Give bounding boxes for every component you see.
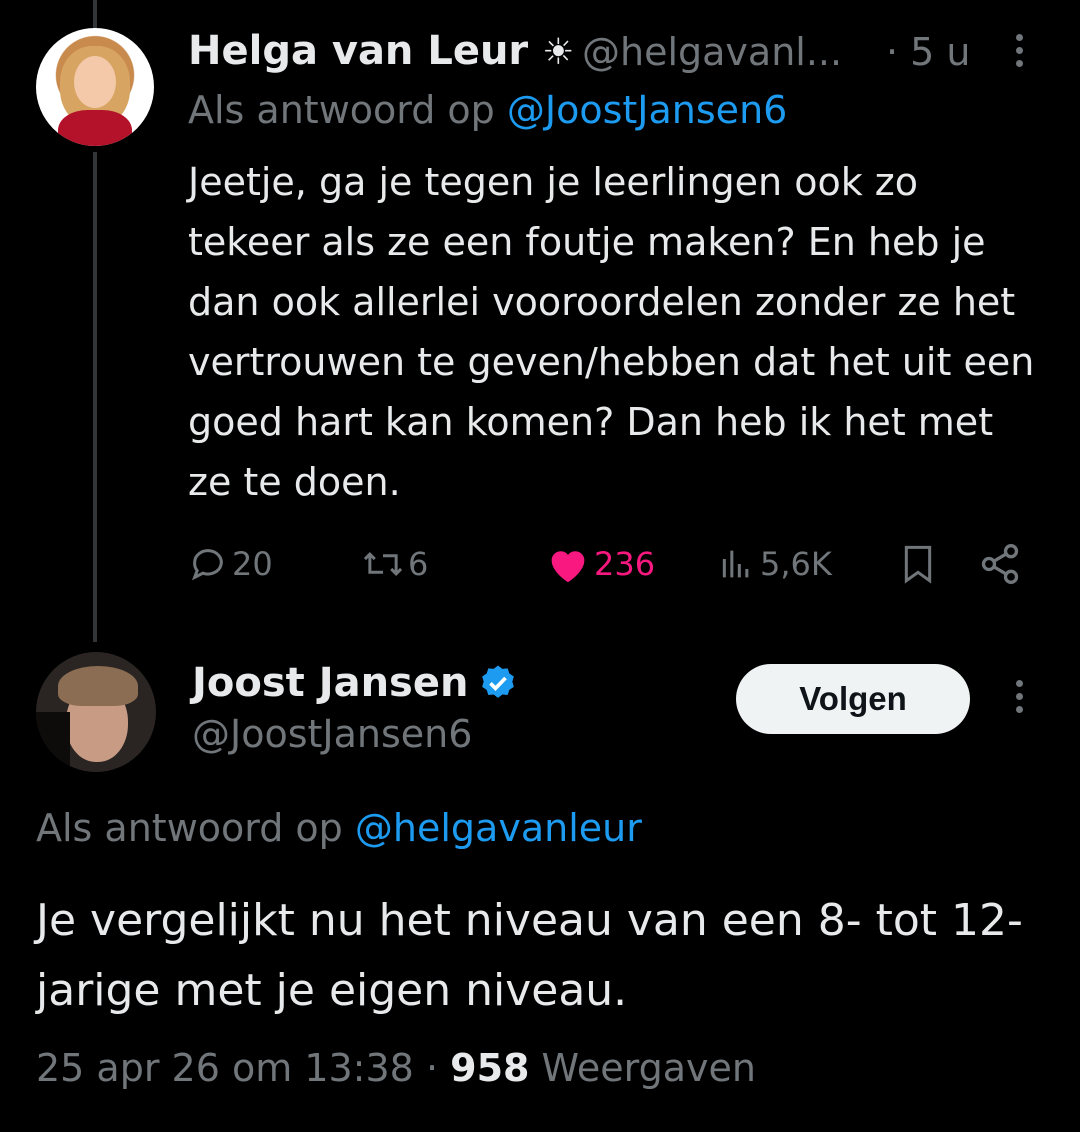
author-name-text: Helga van Leur xyxy=(188,28,529,74)
repost-count: 6 xyxy=(408,545,429,583)
views-icon xyxy=(722,550,749,578)
author-handle[interactable]: @helgavanl... xyxy=(582,30,842,74)
tweet-actions: 20 6 236 5,6K xyxy=(188,540,1038,588)
more-options-icon[interactable] xyxy=(1016,680,1024,719)
author-handle[interactable]: @JoostJansen6 xyxy=(192,712,472,756)
tweet-text: Jeetje, ga je tegen je leerlingen ook zo… xyxy=(188,160,1035,504)
reply-prefix: Als antwoord op xyxy=(188,88,495,132)
views-count: 958 xyxy=(450,1046,530,1090)
avatar-shadow xyxy=(36,712,70,772)
like-count: 236 xyxy=(594,545,656,583)
tweet-meta: 25 apr 26 om 13:38 · 958 Weergaven xyxy=(36,1046,756,1090)
bookmark-button[interactable] xyxy=(898,540,938,588)
reply-button[interactable]: 20 xyxy=(188,540,273,588)
more-options-icon[interactable] xyxy=(1016,34,1024,73)
bookmark-icon xyxy=(904,545,932,584)
reply-count: 20 xyxy=(232,545,273,583)
reply-icon xyxy=(191,549,223,581)
author-name[interactable]: Helga van Leur ☀ xyxy=(188,28,574,74)
follow-button[interactable]: Volgen xyxy=(736,664,970,734)
avatar-joost[interactable] xyxy=(36,652,156,772)
avatar-shirt xyxy=(58,110,132,146)
reply-to-link[interactable]: @JoostJansen6 xyxy=(507,88,787,132)
reply-context: Als antwoord op @helgavanleur xyxy=(36,806,642,850)
reply-prefix: Als antwoord op xyxy=(36,806,343,850)
reply-context: Als antwoord op @JoostJansen6 xyxy=(188,88,787,132)
repost-button[interactable]: 6 xyxy=(360,540,428,588)
repost-icon xyxy=(363,552,403,576)
thread-line-top xyxy=(93,0,97,30)
verified-badge-icon xyxy=(482,665,515,698)
author-name[interactable]: Joost Jansen xyxy=(192,660,518,706)
tweet-time[interactable]: · 5 u xyxy=(886,30,971,74)
tweet-timestamp[interactable]: 25 apr 26 om 13:38 xyxy=(36,1046,414,1090)
views-count: 5,6K xyxy=(760,545,832,583)
like-icon xyxy=(551,551,585,583)
sun-emoji-icon: ☀ xyxy=(542,32,575,73)
reply-to-link[interactable]: @helgavanleur xyxy=(355,806,642,850)
like-button[interactable]: 236 xyxy=(546,540,655,588)
share-button[interactable] xyxy=(978,540,1022,588)
thread-line xyxy=(93,152,97,642)
share-icon xyxy=(981,544,1019,584)
views-label: Weergaven xyxy=(541,1046,756,1090)
views-button[interactable]: 5,6K xyxy=(716,540,832,588)
avatar-face xyxy=(74,56,116,108)
meta-separator: · xyxy=(425,1046,439,1090)
author-name-text: Joost Jansen xyxy=(192,660,469,706)
avatar-hair xyxy=(58,666,138,706)
avatar-helga[interactable] xyxy=(36,28,154,146)
tweet-text: Je vergelijkt nu het niveau van een 8- t… xyxy=(36,895,1023,1016)
